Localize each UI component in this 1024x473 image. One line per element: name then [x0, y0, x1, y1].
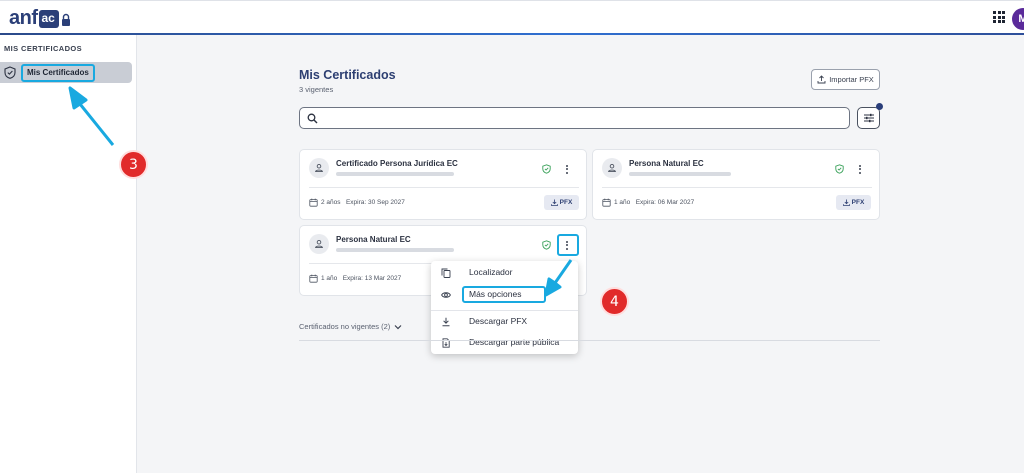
download-icon	[442, 317, 450, 327]
download-pfx-label: PFX	[851, 199, 865, 206]
nonvalid-certificates-toggle[interactable]: Certificados no vigentes (2)	[299, 322, 402, 331]
verified-shield-icon	[542, 164, 551, 174]
logo-text: anf	[9, 7, 38, 29]
logo-mark: ac	[38, 10, 59, 28]
card-meta: 1 año Expira: 13 Mar 2027	[321, 275, 401, 282]
logo-mark-text: ac	[41, 11, 55, 25]
sidebar-item-mis-certificados[interactable]: Mis Certificados	[0, 62, 132, 83]
certificate-card[interactable]: Persona Natural EC 1 año Expira: 06 Mar …	[592, 149, 880, 220]
menu-item-label: Descargar parte pública	[469, 337, 560, 347]
download-pfx-label: PFX	[559, 199, 573, 206]
chevron-down-icon	[394, 324, 402, 329]
menu-item-label: Localizador	[469, 267, 513, 277]
step-badge-3-label: 3	[129, 156, 138, 173]
card-duration: 1 año	[614, 199, 631, 206]
menu-item-localizador[interactable]: Localizador	[431, 263, 578, 283]
more-options-button[interactable]	[561, 162, 573, 176]
download-icon	[550, 199, 558, 206]
step-badge-3: 3	[119, 150, 148, 179]
card-meta: 2 años Expira: 30 Sep 2027	[321, 199, 405, 206]
sidebar-item-label: Mis Certificados	[21, 64, 95, 82]
sidebar: MIS CERTIFICADOS Mis Certificados	[0, 35, 137, 473]
card-expiry: Expira: 06 Mar 2027	[635, 199, 695, 206]
filter-button[interactable]	[857, 107, 880, 129]
avatar[interactable]: M	[1012, 8, 1024, 30]
calendar-icon	[309, 274, 318, 283]
sliders-icon	[863, 113, 874, 123]
person-icon	[309, 158, 329, 178]
person-icon	[309, 234, 329, 254]
step-badge-4: 4	[600, 287, 629, 316]
calendar-icon	[602, 198, 611, 207]
menu-item-descargar-parte-publica[interactable]: Descargar parte pública	[431, 333, 578, 353]
eye-icon	[441, 292, 451, 298]
card-title: Persona Natural EC	[629, 159, 704, 168]
lock-icon	[61, 13, 70, 26]
filter-indicator-dot	[876, 103, 883, 110]
upload-icon	[817, 75, 826, 84]
import-pfx-label: Importar PFX	[829, 75, 874, 84]
person-icon	[602, 158, 622, 178]
card-redacted-subject	[629, 172, 731, 176]
mas-opciones-highlight	[462, 286, 546, 303]
card-title: Certificado Persona Jurídica EC	[336, 159, 458, 168]
apps-grid-icon[interactable]	[993, 11, 1005, 23]
card-divider	[309, 263, 437, 264]
import-pfx-button[interactable]: Importar PFX	[811, 69, 880, 90]
menu-divider	[431, 310, 578, 311]
page-title: Mis Certificados	[299, 68, 396, 82]
card-meta: 1 año Expira: 06 Mar 2027	[614, 199, 694, 206]
verified-shield-icon	[542, 240, 551, 250]
shield-check-icon	[4, 66, 16, 79]
more-options-button[interactable]	[854, 162, 866, 176]
certificate-card[interactable]: Certificado Persona Jurídica EC 2 años E…	[299, 149, 587, 220]
avatar-initial: M	[1018, 13, 1024, 25]
search-input[interactable]	[299, 107, 850, 129]
header-accent-line	[0, 33, 1024, 35]
calendar-icon	[309, 198, 318, 207]
menu-item-descargar-pfx[interactable]: Descargar PFX	[431, 312, 578, 332]
card-redacted-subject	[336, 248, 454, 252]
top-bar: anf ac M	[0, 0, 1024, 34]
verified-shield-icon	[835, 164, 844, 174]
search-icon	[307, 113, 318, 124]
page-subtitle: 3 vigentes	[299, 85, 334, 94]
card-divider	[602, 187, 872, 188]
card-divider	[309, 187, 579, 188]
card-expiry: Expira: 30 Sep 2027	[345, 199, 405, 206]
download-icon	[842, 199, 850, 206]
menu-item-label: Descargar PFX	[469, 316, 528, 326]
app-logo[interactable]: anf ac	[9, 7, 71, 29]
nonvalid-label: Certificados no vigentes (2)	[299, 322, 391, 331]
download-pfx-button[interactable]: PFX	[544, 195, 579, 210]
card-expiry: Expira: 13 Mar 2027	[342, 275, 402, 282]
section-divider	[299, 340, 880, 341]
card-duration: 1 año	[321, 275, 338, 282]
card-title: Persona Natural EC	[336, 235, 411, 244]
more-options-highlight	[557, 234, 579, 256]
copy-icon	[441, 268, 451, 278]
card-duration: 2 años	[321, 199, 341, 206]
step-badge-4-label: 4	[610, 293, 619, 310]
download-pfx-button[interactable]: PFX	[836, 195, 871, 210]
sidebar-heading: MIS CERTIFICADOS	[4, 44, 83, 53]
card-redacted-subject	[336, 172, 454, 176]
